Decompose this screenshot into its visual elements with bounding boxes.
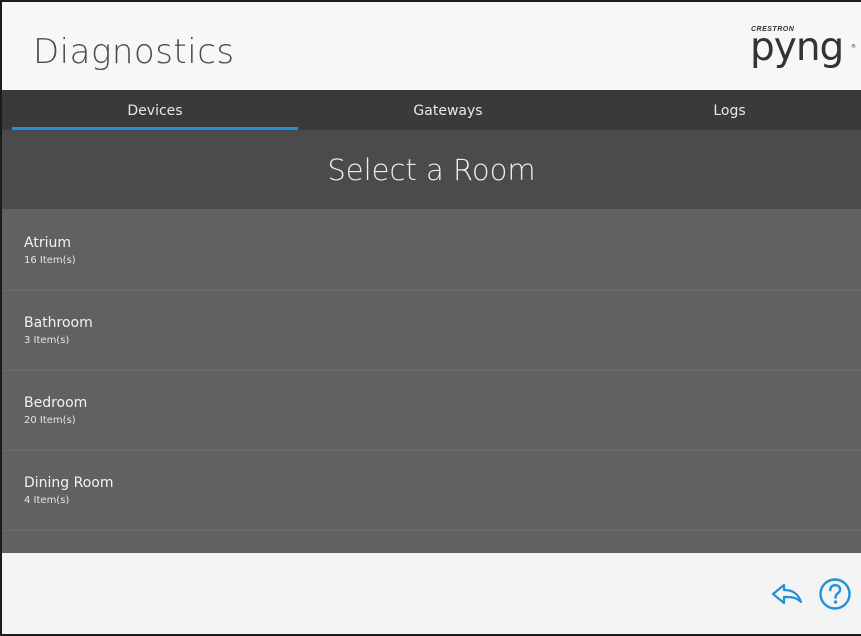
room-item-count: 4 Item(s)	[24, 495, 70, 506]
header: Diagnostics CRESTRON pyng ®	[2, 2, 861, 90]
page-title: Diagnostics	[33, 32, 235, 72]
help-icon	[819, 578, 851, 610]
room-item-atrium[interactable]: Atrium 16 Item(s)	[2, 212, 861, 291]
help-button[interactable]	[818, 577, 852, 611]
app-frame: Diagnostics CRESTRON pyng ® Devices Gate…	[0, 0, 861, 636]
tab-logs[interactable]: Logs	[598, 90, 861, 130]
room-item-bedroom[interactable]: Bedroom 20 Item(s)	[2, 372, 861, 451]
room-name: Dining Room	[24, 475, 114, 491]
room-item-count: 16 Item(s)	[24, 255, 76, 266]
room-name: Bathroom	[24, 315, 93, 331]
room-item-count: 3 Item(s)	[24, 335, 70, 346]
tab-gateways[interactable]: Gateways	[298, 90, 598, 130]
room-list: Atrium 16 Item(s) Bathroom 3 Item(s) Bed…	[2, 209, 861, 553]
tab-bar: Devices Gateways Logs	[2, 90, 861, 130]
room-item-count: 20 Item(s)	[24, 415, 76, 426]
tab-devices[interactable]: Devices	[12, 90, 298, 130]
back-button[interactable]	[770, 577, 804, 611]
back-arrow-icon	[771, 583, 803, 605]
crestron-pyng-logo: CRESTRON pyng ®	[750, 26, 858, 78]
logo-registered-mark: ®	[851, 44, 856, 50]
footer-toolbar	[2, 553, 861, 634]
room-item-dining-room[interactable]: Dining Room 4 Item(s)	[2, 452, 861, 531]
room-name: Atrium	[24, 235, 71, 251]
room-item-bathroom[interactable]: Bathroom 3 Item(s)	[2, 292, 861, 371]
logo-product-text: pyng	[750, 25, 844, 70]
select-room-heading: Select a Room	[2, 130, 861, 209]
room-name: Bedroom	[24, 395, 88, 411]
